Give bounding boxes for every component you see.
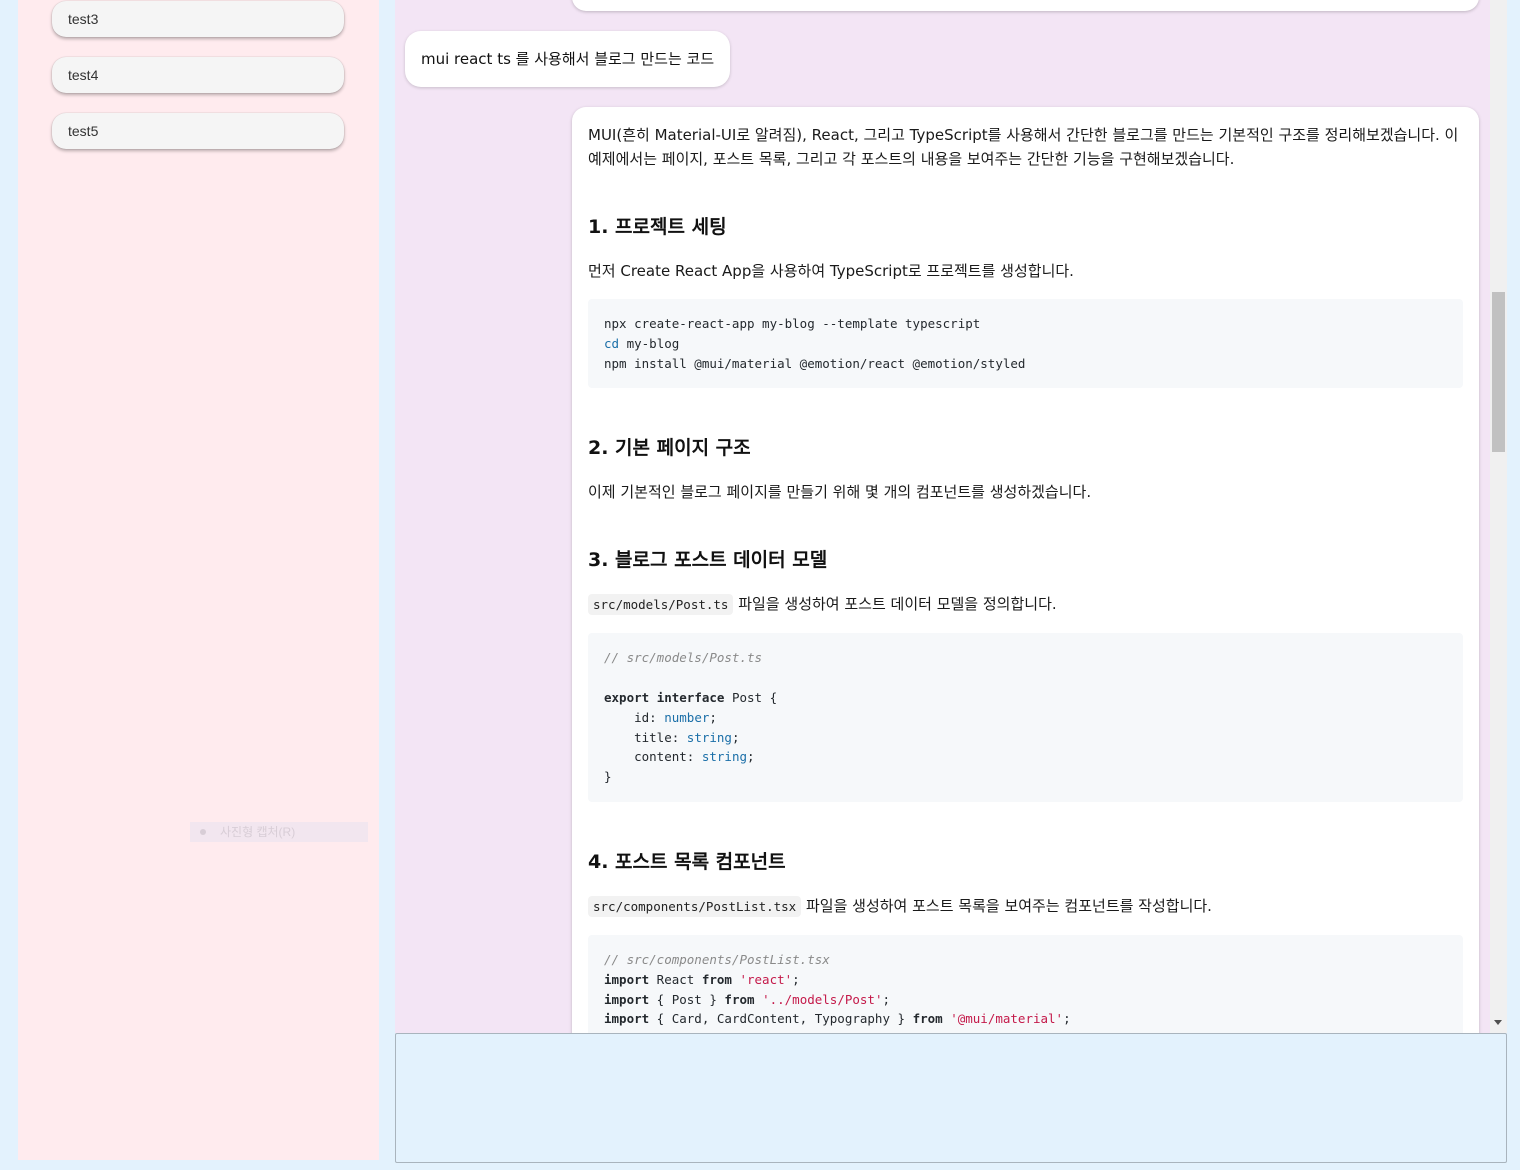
scrollbar-thumb[interactable] (1492, 292, 1505, 452)
section-desc: 이제 기본적인 블로그 페이지를 만들기 위해 몇 개의 컴포넌트를 생성하겠습… (588, 483, 1092, 502)
code-block-setup: npx create-react-app my-blog --template … (588, 299, 1463, 389)
message-input-area (395, 1033, 1507, 1163)
section-heading: 3. 블로그 포스트 데이터 모델 (588, 549, 828, 572)
user-message: mui react ts 를 사용해서 블로그 만드는 코드 (405, 31, 731, 87)
sidebar: test3 test4 test5 사진형 캡처(R) (18, 0, 379, 1160)
chat-scrollbar[interactable] (1490, 0, 1507, 1033)
sidebar-item-test3[interactable]: test3 (52, 1, 344, 37)
section-heading: 2. 기본 페이지 구조 (588, 437, 751, 460)
code-block-post-model: // src/models/Post.ts export interface Po… (588, 633, 1463, 802)
assistant-answer: MUI(흔히 Material-UI로 알려짐), React, 그리고 Typ… (572, 107, 1479, 1033)
code-block-post-list: // src/components/PostList.tsx import Rea… (588, 934, 1463, 1033)
section-desc-text: 파일을 생성하여 포스트 목록을 보여주는 컴포넌트를 작성합니다. (801, 896, 1212, 915)
scroll-down-icon[interactable] (1494, 1020, 1502, 1025)
context-menu-ghost: 사진형 캡처(R) (190, 822, 368, 842)
sidebar-item-test4[interactable]: test4 (52, 57, 344, 93)
sidebar-item-test5[interactable]: test5 (52, 113, 344, 149)
section-heading: 1. 프로젝트 세팅 (588, 216, 727, 238)
section-desc: src/components/PostList.tsx 파일을 생성하여 포스트… (588, 894, 1463, 919)
inline-code-file: src/components/PostList.tsx (588, 895, 802, 917)
context-menu-label: 사진형 캡처(R) (220, 825, 296, 839)
menu-dot-icon (200, 829, 206, 836)
inline-code-file: src/models/Post.ts (588, 594, 734, 616)
message-input[interactable] (396, 1034, 1506, 1162)
section-desc: 먼저 Create React App을 사용하여 TypeScript로 프로… (588, 262, 1074, 280)
section-desc-text: 파일을 생성하여 포스트 데이터 모델을 정의합니다. (733, 595, 1057, 614)
chat-panel: mui react ts 를 사용해서 블로그 만드는 코드 MUI(흔히 Ma… (395, 0, 1490, 1033)
section-desc: src/models/Post.ts 파일을 생성하여 포스트 데이터 모델을 … (588, 592, 1463, 617)
answer-intro: MUI(흔히 Material-UI로 알려짐), React, 그리고 Typ… (588, 126, 1459, 168)
section-heading: 4. 포스트 목록 컴포넌트 (588, 850, 786, 873)
previous-answer-card (572, 0, 1479, 11)
